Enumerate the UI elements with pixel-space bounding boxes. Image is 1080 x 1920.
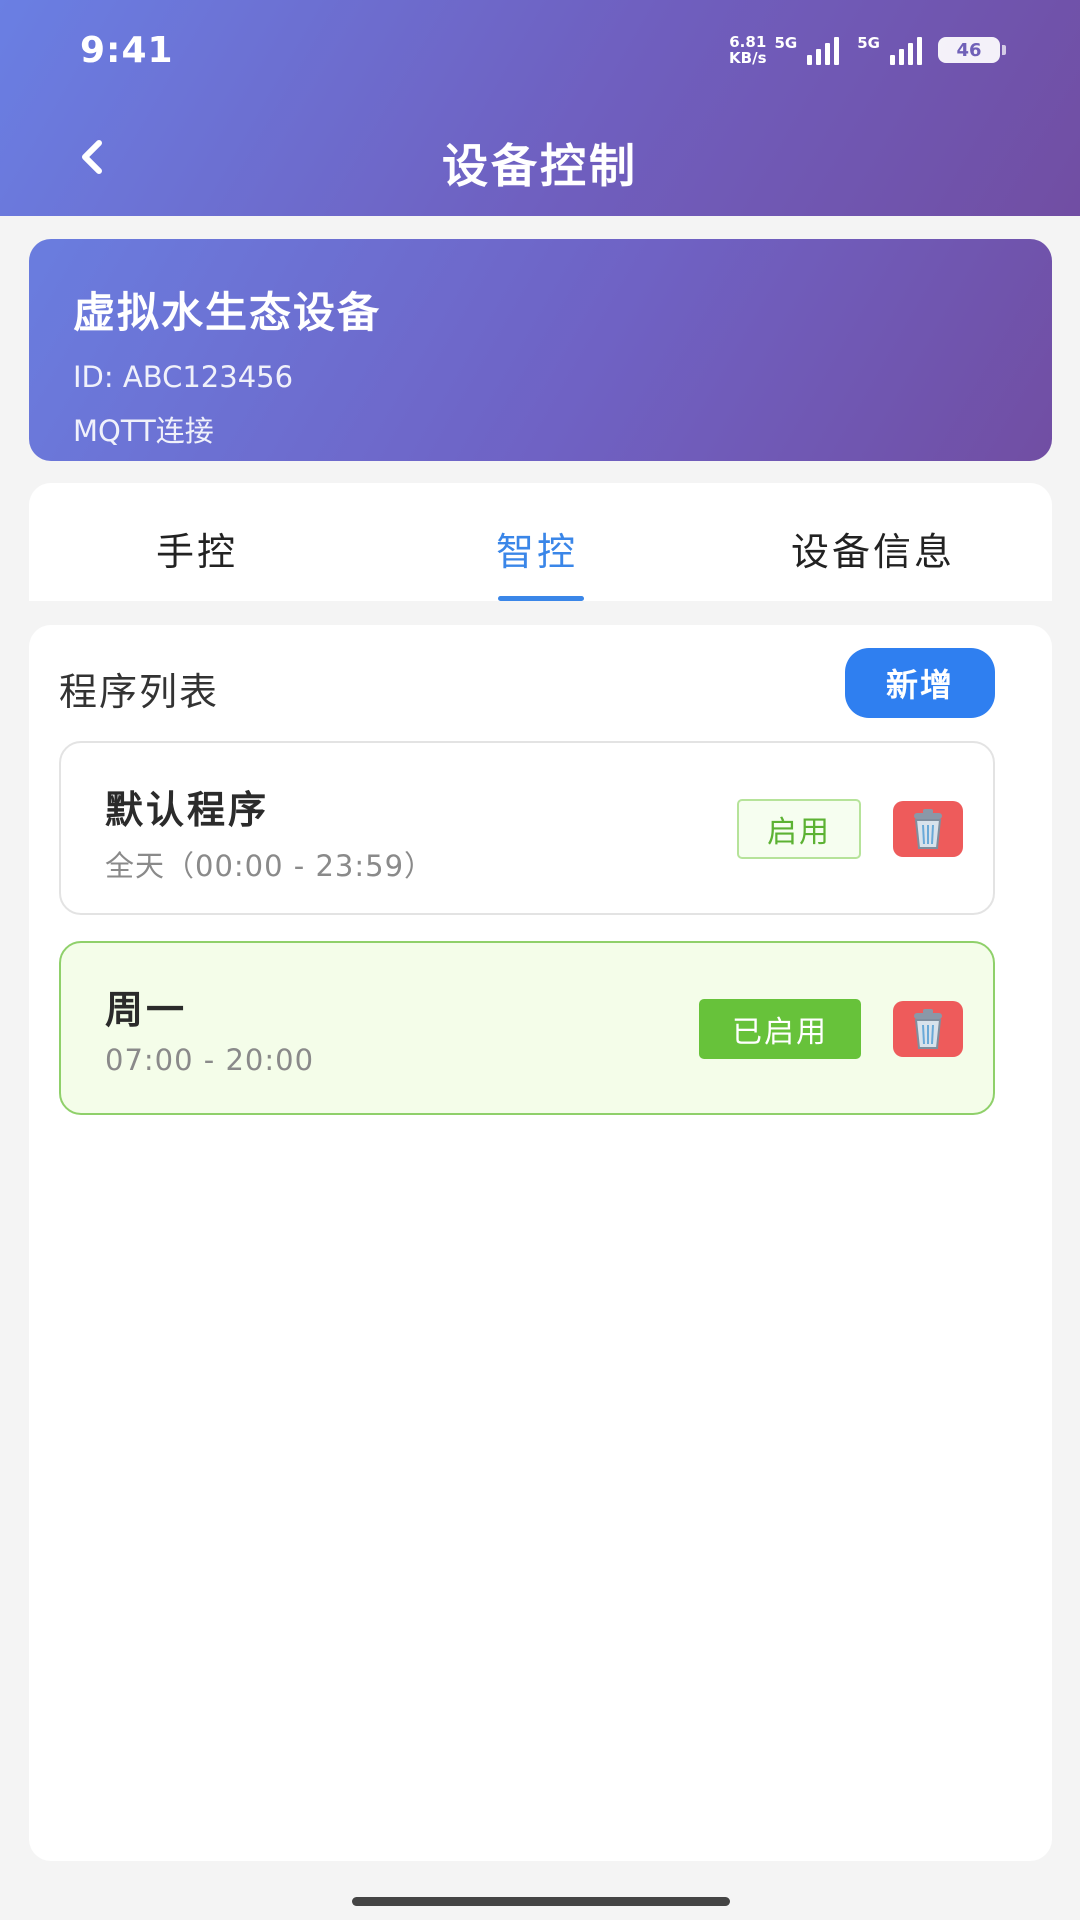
enable-button[interactable]: 启用 bbox=[737, 799, 861, 859]
device-connection: MQTT连接 bbox=[73, 414, 214, 448]
delete-button[interactable] bbox=[893, 801, 963, 857]
program-item[interactable]: 默认程序 全天（00:00 - 23:59） 启用 bbox=[59, 741, 995, 915]
signal-strength-icon bbox=[807, 35, 840, 65]
trash-icon bbox=[914, 1009, 942, 1049]
status-bar: 9:41 6.81 KB/s 5G 5G 46 bbox=[0, 0, 1080, 110]
add-program-button[interactable]: 新增 bbox=[845, 648, 995, 718]
tab-device-info[interactable]: 设备信息 bbox=[791, 521, 955, 576]
signal-strength-icon-2 bbox=[890, 35, 922, 65]
signal-type-label-2: 5G bbox=[857, 34, 880, 52]
program-name: 默认程序 bbox=[105, 788, 270, 832]
battery-level: 46 bbox=[956, 39, 982, 61]
page-title: 设备控制 bbox=[442, 139, 638, 193]
network-speed: 6.81 KB/s bbox=[729, 34, 766, 66]
device-name: 虚拟水生态设备 bbox=[73, 288, 382, 337]
nav-bar: 设备控制 bbox=[0, 110, 1080, 216]
battery-icon: 46 bbox=[938, 37, 1006, 63]
delete-button[interactable] bbox=[893, 1001, 963, 1057]
program-time: 全天（00:00 - 23:59） bbox=[105, 849, 435, 883]
device-id: ID: ABC123456 bbox=[73, 360, 294, 394]
enabled-status-button[interactable]: 已启用 bbox=[699, 999, 861, 1059]
tab-manual[interactable]: 手控 bbox=[156, 521, 238, 576]
program-time: 07:00 - 20:00 bbox=[105, 1043, 315, 1077]
program-list-title: 程序列表 bbox=[59, 670, 220, 714]
network-speed-value: 6.81 bbox=[729, 33, 767, 51]
active-tab-indicator bbox=[498, 596, 584, 601]
network-speed-unit: KB/s bbox=[729, 49, 767, 67]
program-name: 周一 bbox=[105, 988, 188, 1032]
home-indicator[interactable] bbox=[352, 1897, 730, 1906]
program-panel: 程序列表 新增 默认程序 全天（00:00 - 23:59） 启用 周一 07:… bbox=[29, 625, 1052, 1861]
status-icons: 6.81 KB/s 5G 5G 46 bbox=[729, 34, 1006, 66]
signal-type-label: 5G bbox=[774, 34, 798, 52]
tab-smart[interactable]: 智控 bbox=[496, 521, 578, 576]
status-time: 9:41 bbox=[80, 30, 174, 71]
program-item[interactable]: 周一 07:00 - 20:00 已启用 bbox=[59, 941, 995, 1115]
device-card: 虚拟水生态设备 ID: ABC123456 MQTT连接 bbox=[29, 239, 1052, 461]
app-header: 9:41 6.81 KB/s 5G 5G 46 设备控制 bbox=[0, 0, 1080, 216]
tab-bar: 手控 智控 设备信息 bbox=[29, 483, 1052, 601]
trash-icon bbox=[914, 809, 942, 849]
